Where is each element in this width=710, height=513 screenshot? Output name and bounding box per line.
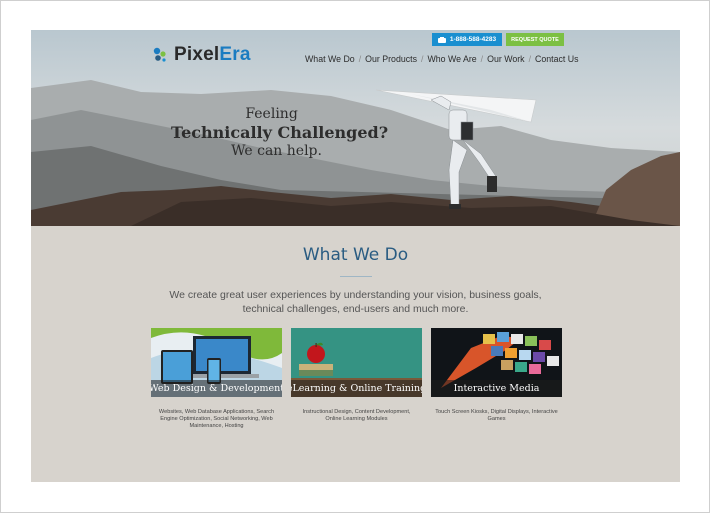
website: PixelEra 1-888-588-4283 REQUEST QUOTE Wh… (31, 30, 680, 482)
phone-icon (437, 36, 446, 43)
hero-line-3: We can help. (231, 143, 322, 159)
nav-our-products[interactable]: Our Products (365, 54, 417, 64)
nav-what-we-do[interactable]: What We Do (305, 54, 355, 64)
title-divider (340, 276, 372, 277)
service-card-description: Touch Screen Kiosks, Digital Displays, I… (435, 409, 558, 423)
service-card-description: Websites, Web Database Applications, Sea… (158, 409, 275, 430)
logo-mark-icon (153, 47, 166, 62)
logo[interactable]: PixelEra (151, 44, 251, 66)
nav-separator: / (528, 54, 532, 64)
logo-text-era: Era (219, 44, 251, 65)
header-actions: 1-888-588-4283 REQUEST QUOTE (432, 33, 564, 46)
phone-number: 1-888-588-4283 (449, 36, 497, 43)
section-title: What We Do (302, 245, 409, 265)
request-quote-button[interactable]: REQUEST QUOTE (506, 33, 564, 46)
nav-separator: / (480, 54, 484, 64)
service-card-image: eLearning & Online Training (291, 328, 422, 397)
service-cards: Web Design & Development Websites, Web D… (151, 328, 562, 431)
hero-line-1: Feeling (245, 106, 298, 122)
phone-button[interactable]: 1-888-588-4283 (432, 33, 502, 46)
nav-who-we-are[interactable]: Who We Are (427, 54, 476, 64)
service-card-media[interactable]: Interactive Media Touch Screen Kiosks, D… (431, 328, 562, 431)
nav-our-work[interactable]: Our Work (487, 54, 524, 64)
main-nav: What We Do / Our Products / Who We Are /… (305, 54, 579, 64)
logo-text-pixel: Pixel (174, 44, 220, 65)
nav-separator: / (358, 54, 362, 64)
nav-contact-us[interactable]: Contact Us (535, 54, 579, 64)
service-card-image: Interactive Media (431, 328, 562, 397)
service-card-elearning[interactable]: eLearning & Online Training Instructiona… (291, 328, 422, 431)
intro-text: We create great user experiences by unde… (169, 289, 542, 315)
hero-line-2: Technically Challenged? (171, 123, 389, 142)
logo-text: PixelEra (174, 44, 251, 66)
service-card-web[interactable]: Web Design & Development Websites, Web D… (151, 328, 282, 431)
service-card-image: Web Design & Development (151, 328, 282, 397)
hero-banner: PixelEra 1-888-588-4283 REQUEST QUOTE Wh… (31, 30, 680, 226)
nav-separator: / (420, 54, 424, 64)
service-card-title: eLearning & Online Training (291, 380, 422, 397)
hero-tagline: Feeling Technically Challenged? We can h… (171, 106, 388, 159)
service-card-title: Interactive Media (431, 380, 562, 397)
service-card-title: Web Design & Development (151, 380, 282, 397)
service-card-description: Instructional Design, Content Developmen… (302, 409, 411, 423)
